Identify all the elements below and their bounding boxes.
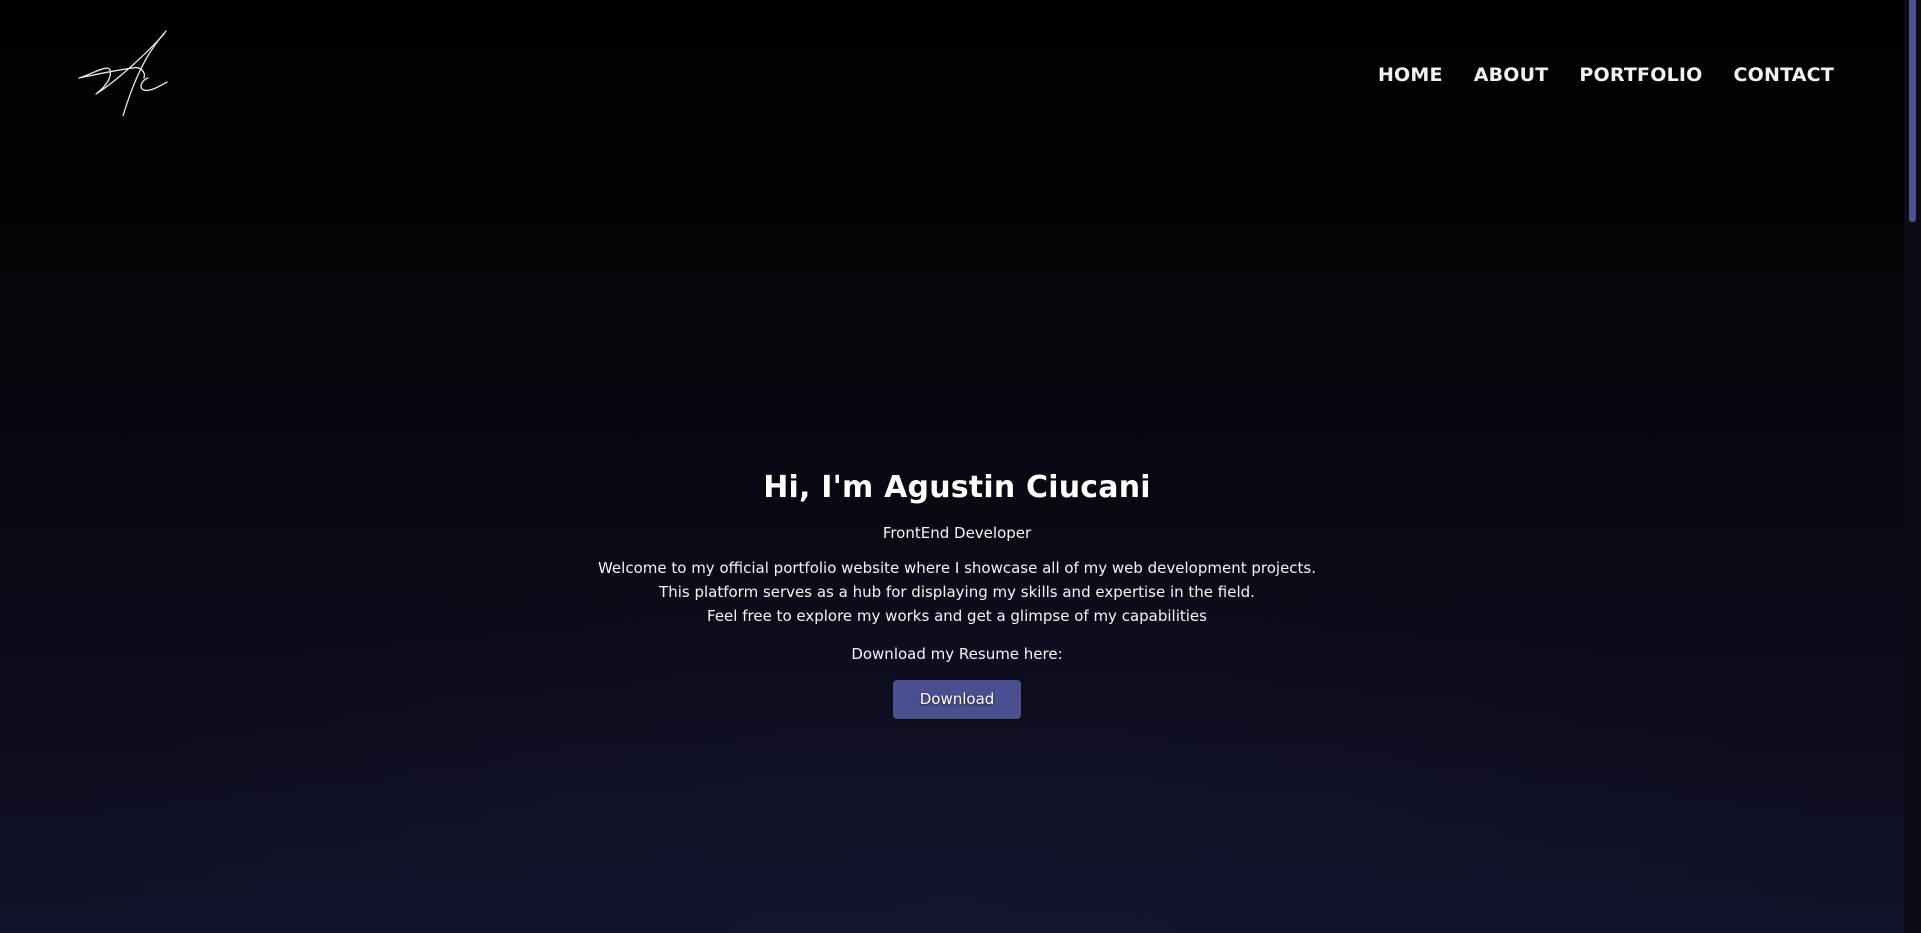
site-header: HOME ABOUT PORTFOLIO CONTACT xyxy=(0,0,1904,150)
page-scrollbar[interactable] xyxy=(1904,0,1921,933)
signature-logo-icon[interactable] xyxy=(78,30,184,116)
hero-intro-line: Welcome to my official portfolio website… xyxy=(597,559,1317,577)
download-resume-button[interactable]: Download xyxy=(893,680,1021,719)
scrollbar-thumb[interactable] xyxy=(1909,0,1916,222)
hero-role: FrontEnd Developer xyxy=(882,524,1032,542)
hero-title: Hi, I'm Agustin Ciucani xyxy=(763,470,1151,505)
main-nav: HOME ABOUT PORTFOLIO CONTACT xyxy=(1378,61,1834,89)
portfolio-page: HOME ABOUT PORTFOLIO CONTACT Hi, I'm Agu… xyxy=(0,0,1904,933)
hero-intro-line: Feel free to explore my works and get a … xyxy=(707,607,1207,625)
hero-intro: Welcome to my official portfolio website… xyxy=(0,556,1904,628)
nav-link-contact[interactable]: CONTACT xyxy=(1734,61,1835,89)
nav-link-portfolio[interactable]: PORTFOLIO xyxy=(1579,61,1702,89)
hero-section: Hi, I'm Agustin Ciucani FrontEnd Develop… xyxy=(0,466,1904,719)
nav-link-home[interactable]: HOME xyxy=(1378,61,1443,89)
resume-prompt: Download my Resume here: xyxy=(851,645,1063,663)
nav-link-about[interactable]: ABOUT xyxy=(1474,61,1549,89)
hero-intro-line: This platform serves as a hub for displa… xyxy=(659,583,1255,601)
